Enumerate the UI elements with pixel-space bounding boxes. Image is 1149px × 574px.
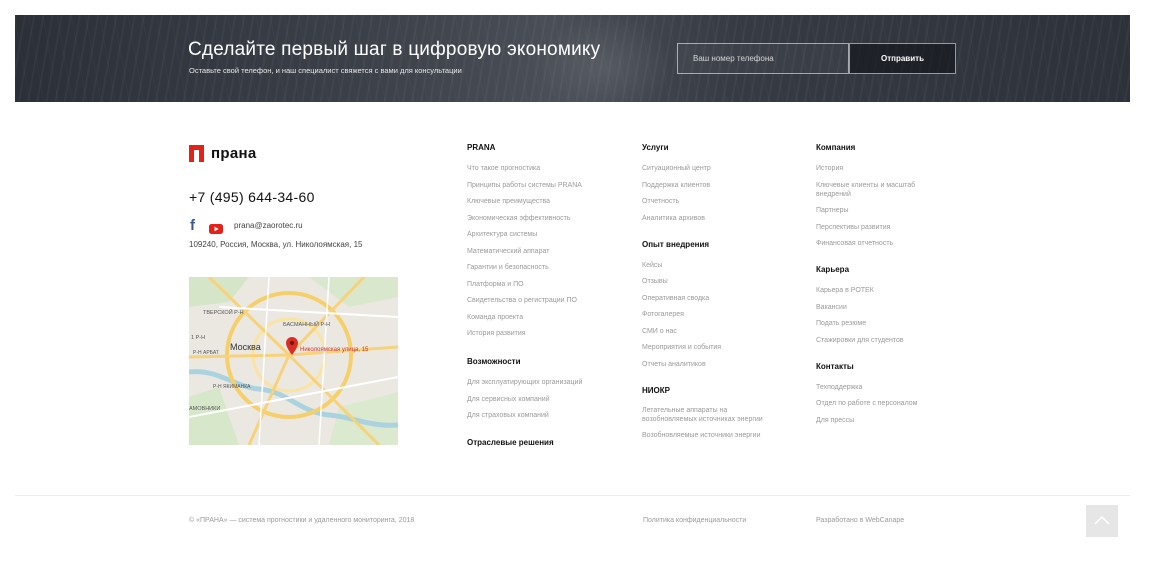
map-label: ТВЕРСКОЙ Р-Н <box>203 310 244 316</box>
footer-link[interactable]: Команда проекта <box>467 313 582 322</box>
footer-link[interactable]: Кейсы <box>642 261 782 270</box>
footer-link[interactable]: История <box>816 164 941 173</box>
column-heading[interactable]: Услуги <box>642 142 782 153</box>
column-heading: PRANA <box>467 143 496 152</box>
footer-link[interactable]: Ситуационный центр <box>642 164 782 173</box>
column-heading[interactable]: Возможности <box>467 356 582 367</box>
column-heading[interactable]: НИОКР <box>642 385 782 396</box>
cta-banner: Сделайте первый шаг в цифровую экономику… <box>15 15 1130 102</box>
link-list: Карьера в РОТЕК Вакансии Подать резюме С… <box>816 286 941 345</box>
footer-link[interactable]: Фотогалерея <box>642 310 782 319</box>
footer-link[interactable]: Партнеры <box>816 206 941 215</box>
footer-link[interactable]: Платформа и ПО <box>467 280 582 289</box>
map-pin-icon[interactable] <box>286 337 298 360</box>
footer-link[interactable]: Перспективы развития <box>816 223 941 232</box>
footer-link[interactable]: Аналитика архивов <box>642 214 782 223</box>
send-button[interactable]: Отправить <box>849 43 956 74</box>
brand-logo[interactable]: прана <box>189 145 256 162</box>
footer-link[interactable]: Свидетельства о регистрации ПО <box>467 296 582 305</box>
column-heading[interactable]: Карьера <box>816 264 941 275</box>
link-list: История Ключевые клиенты и масштаб внедр… <box>816 164 941 248</box>
banner-title: Сделайте первый шаг в цифровую экономику <box>188 39 601 60</box>
link-list: Что такое прогностика Принципы работы си… <box>467 164 582 338</box>
footer-link[interactable]: Архитектура системы <box>467 230 582 239</box>
banner-subtitle: Оставьте свой телефон, и наш специалист … <box>189 66 462 75</box>
footer-link[interactable]: Для эксплуатирующих организаций <box>467 378 582 387</box>
footer-link[interactable]: Для сервисных компаний <box>467 395 582 404</box>
footer-link[interactable]: Оперативная сводка <box>642 294 782 303</box>
phone-number-input[interactable] <box>677 43 849 74</box>
location-map[interactable]: ТВЕРСКОЙ Р-Н БАСМАННЫЙ Р-Н Москва Р-Н АР… <box>189 277 398 445</box>
link-list: Кейсы Отзывы Оперативная сводка Фотогале… <box>642 261 782 369</box>
footer-link[interactable]: Финансовая отчетность <box>816 239 941 248</box>
facebook-icon[interactable]: f <box>190 217 200 234</box>
address: 109240, Россия, Москва, ул. Николоямская… <box>189 240 363 249</box>
column-heading[interactable]: Контакты <box>816 361 941 372</box>
logo-text: прана <box>211 145 257 162</box>
privacy-policy-link[interactable]: Политика конфиденциальности <box>643 517 746 524</box>
footer-link[interactable]: Поддержка клиентов <box>642 181 782 190</box>
link-list: Летательные аппараты на возобновляемых и… <box>642 406 782 441</box>
map-label: Р-Н АРБАТ <box>193 350 219 356</box>
map-label-city: Москва <box>230 342 261 352</box>
footer-link[interactable]: Отчеты аналитиков <box>642 360 782 369</box>
footer-link[interactable]: Мероприятия и события <box>642 343 782 352</box>
chevron-up-icon <box>1086 515 1118 540</box>
footer-link[interactable]: Возобновляемые источники энергии <box>642 431 782 440</box>
footer-link[interactable]: Подать резюме <box>816 319 941 328</box>
scroll-to-top-button[interactable] <box>1086 505 1118 537</box>
footer-column-prana: PRANA Что такое прогностика Принципы раб… <box>467 142 582 448</box>
footer-column-services: Услуги Ситуационный центр Поддержка клие… <box>642 142 782 440</box>
footer-link[interactable]: Летательные аппараты на возобновляемых и… <box>642 406 782 424</box>
column-heading[interactable]: Опыт внедрения <box>642 239 782 250</box>
footer-link[interactable]: СМИ о нас <box>642 327 782 336</box>
footer-link[interactable]: Принципы работы системы PRANA <box>467 181 582 190</box>
footer-link[interactable]: Стажировки для студентов <box>816 336 941 345</box>
map-label: БАСМАННЫЙ Р-Н <box>283 322 330 328</box>
map-graphic <box>189 277 398 445</box>
column-heading[interactable]: Отраслевые решения <box>467 437 582 448</box>
link-list: Ситуационный центр Поддержка клиентов От… <box>642 164 782 223</box>
copyright: © «ПРАНА» — система прогностики и удален… <box>189 517 415 524</box>
footer-link[interactable]: Вакансии <box>816 303 941 312</box>
footer-link[interactable]: Для прессы <box>816 416 941 425</box>
map-label: Р-Н ЯКИМАНКА <box>213 384 251 390</box>
footer-column-company: Компания История Ключевые клиенты и масш… <box>816 142 941 425</box>
developer-link[interactable]: Разработано в WebCanape <box>816 517 904 524</box>
footer-link[interactable]: Экономическая эффективность <box>467 214 582 223</box>
footer-link[interactable]: Техподдержка <box>816 383 941 392</box>
contact-email[interactable]: prana@zaorotec.ru <box>234 221 303 230</box>
youtube-icon[interactable] <box>209 221 223 234</box>
prana-logo-icon <box>189 145 204 162</box>
footer-link[interactable]: Отчетность <box>642 197 782 206</box>
footer-link[interactable]: Карьера в РОТЕК <box>816 286 941 295</box>
footer-link[interactable]: Математический аппарат <box>467 247 582 256</box>
footer-link[interactable]: Отзывы <box>642 277 782 286</box>
footer-link[interactable]: Ключевые преимущества <box>467 197 582 206</box>
map-pin-label: Николоямская улица, 15 <box>300 347 369 353</box>
map-label: АМОВНИКИ <box>189 406 221 412</box>
footer-link[interactable]: История развития <box>467 329 582 338</box>
contact-phone[interactable]: +7 (495) 644-34-60 <box>189 189 315 205</box>
social-links: f prana@zaorotec.ru <box>190 217 303 234</box>
footer-link[interactable]: Гарантии и безопасность <box>467 263 582 272</box>
footer-link[interactable]: Для страховых компаний <box>467 411 582 420</box>
footer-link[interactable]: Ключевые клиенты и масштаб внедрений <box>816 181 941 199</box>
footer-link[interactable]: Что такое прогностика <box>467 164 582 173</box>
link-list: Для эксплуатирующих организаций Для серв… <box>467 378 582 420</box>
map-label: 1 Р-Н <box>191 335 206 341</box>
column-heading[interactable]: Компания <box>816 142 941 153</box>
footer-divider <box>15 495 1130 496</box>
footer-link[interactable]: Отдел по работе с персоналом <box>816 399 941 408</box>
link-list: Техподдержка Отдел по работе с персонало… <box>816 383 941 425</box>
